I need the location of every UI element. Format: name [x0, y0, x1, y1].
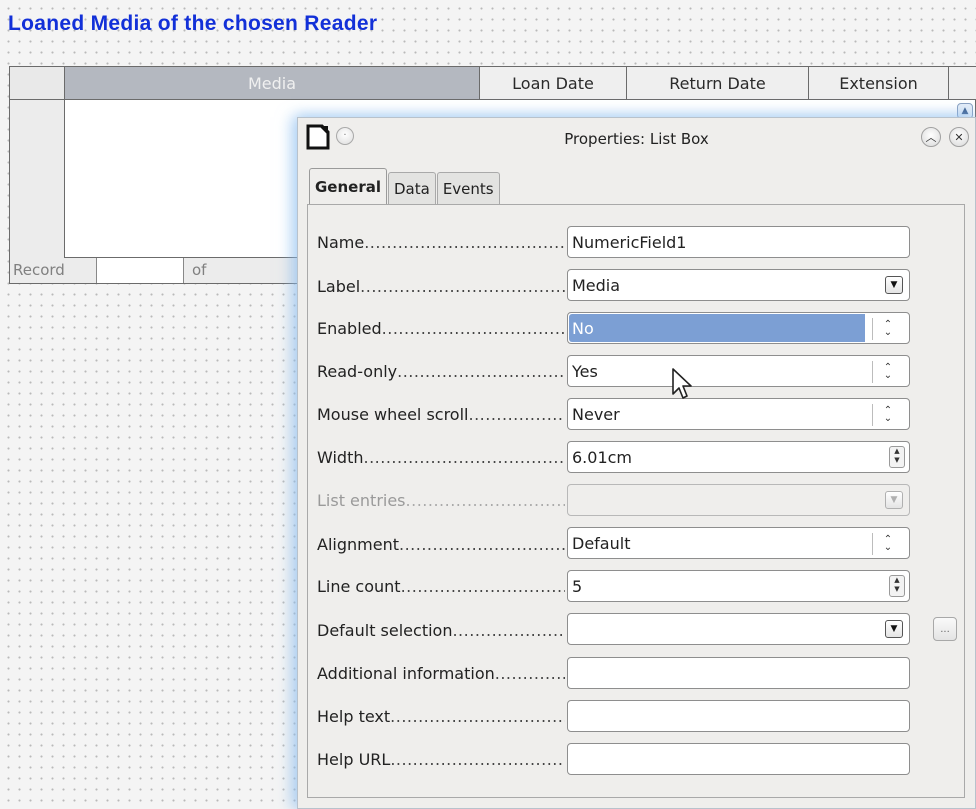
read-only-select[interactable]: Yes ⌃ ⌄ [567, 355, 910, 387]
mouse-wheel-scroll-label: Mouse wheel scroll......................… [317, 405, 565, 424]
updown-arrows-icon[interactable]: ⌃ ⌄ [872, 533, 903, 555]
label-label: Label...................................… [317, 277, 565, 296]
record-navigator: Record of [9, 258, 299, 284]
dialog-titlebar[interactable]: · Properties: List Box ︿ ✕ [298, 118, 975, 158]
row-marker-column [10, 100, 65, 259]
column-header-loan-date[interactable]: Loan Date [480, 67, 627, 100]
browse-ellipsis-button[interactable]: ... [933, 617, 957, 641]
updown-arrows-icon[interactable]: ⌃ ⌄ [872, 404, 903, 426]
mouse-wheel-scroll-select[interactable]: Never ⌃ ⌄ [567, 398, 910, 430]
updown-arrows-icon[interactable]: ⌃ ⌄ [872, 318, 903, 340]
column-header-media[interactable]: Media [65, 67, 480, 100]
width-label: Width...................................… [317, 448, 565, 467]
line-count-label: Line count..............................… [317, 577, 565, 596]
help-text-field[interactable] [567, 700, 910, 732]
record-of-label: of [192, 261, 207, 279]
enabled-select[interactable]: No ⌃ ⌄ [567, 312, 910, 344]
help-text-label: Help text...............................… [317, 707, 565, 726]
help-url-field[interactable] [567, 743, 910, 775]
tab-bar: General Data Events [309, 166, 501, 205]
column-header-return-date[interactable]: Return Date [627, 67, 809, 100]
mouse-cursor-icon [672, 368, 692, 399]
record-number-field[interactable] [96, 258, 184, 283]
label-dropdown[interactable]: Media ▼ [567, 269, 910, 301]
help-url-label: Help URL................................… [317, 750, 565, 769]
general-tab-panel: Name....................................… [307, 204, 965, 798]
additional-information-field[interactable] [567, 657, 910, 689]
close-icon[interactable]: ✕ [949, 127, 969, 147]
spin-buttons-icon[interactable]: ▲ ▼ [889, 575, 905, 597]
default-selection-label: Default selection.......................… [317, 621, 565, 640]
tab-data[interactable]: Data [388, 172, 436, 204]
minimize-icon[interactable]: ︿ [921, 127, 941, 147]
dropdown-arrow-icon[interactable]: ▼ [885, 620, 903, 638]
width-spin-field[interactable]: 6.01cm ▲ ▼ [567, 441, 910, 473]
spin-buttons-icon[interactable]: ▲ ▼ [889, 446, 905, 468]
name-label: Name....................................… [317, 233, 565, 252]
enabled-label: Enabled.................................… [317, 319, 565, 338]
alignment-select[interactable]: Default ⌃ ⌄ [567, 527, 910, 559]
tab-events[interactable]: Events [436, 172, 500, 204]
line-count-spin-field[interactable]: 5 ▲ ▼ [567, 570, 910, 602]
read-only-label: Read-only...............................… [317, 362, 565, 381]
enabled-selection-highlight: No [569, 314, 865, 342]
dialog-title: Properties: List Box [564, 130, 709, 148]
row-marker-header [10, 67, 65, 100]
updown-arrows-icon[interactable]: ⌃ ⌄ [872, 361, 903, 383]
list-entries-label: List entries............................… [317, 491, 565, 510]
column-header-extension[interactable]: Extension [809, 67, 949, 100]
form-title: Loaned Media of the chosen Reader [8, 12, 378, 35]
name-field[interactable]: NumericField1 [567, 226, 910, 258]
additional-information-label: Additional information..................… [317, 664, 565, 683]
alignment-label: Alignment...............................… [317, 535, 565, 554]
record-label: Record [13, 261, 65, 279]
list-entries-dropdown: ▼ [567, 484, 910, 516]
default-selection-dropdown[interactable]: ▼ [567, 613, 910, 645]
dropdown-arrow-icon: ▼ [885, 491, 903, 509]
column-header-filler [949, 67, 976, 100]
dropdown-arrow-icon[interactable]: ▼ [885, 276, 903, 294]
properties-dialog: · Properties: List Box ︿ ✕ General Data … [297, 117, 976, 809]
tab-general[interactable]: General [309, 168, 387, 205]
